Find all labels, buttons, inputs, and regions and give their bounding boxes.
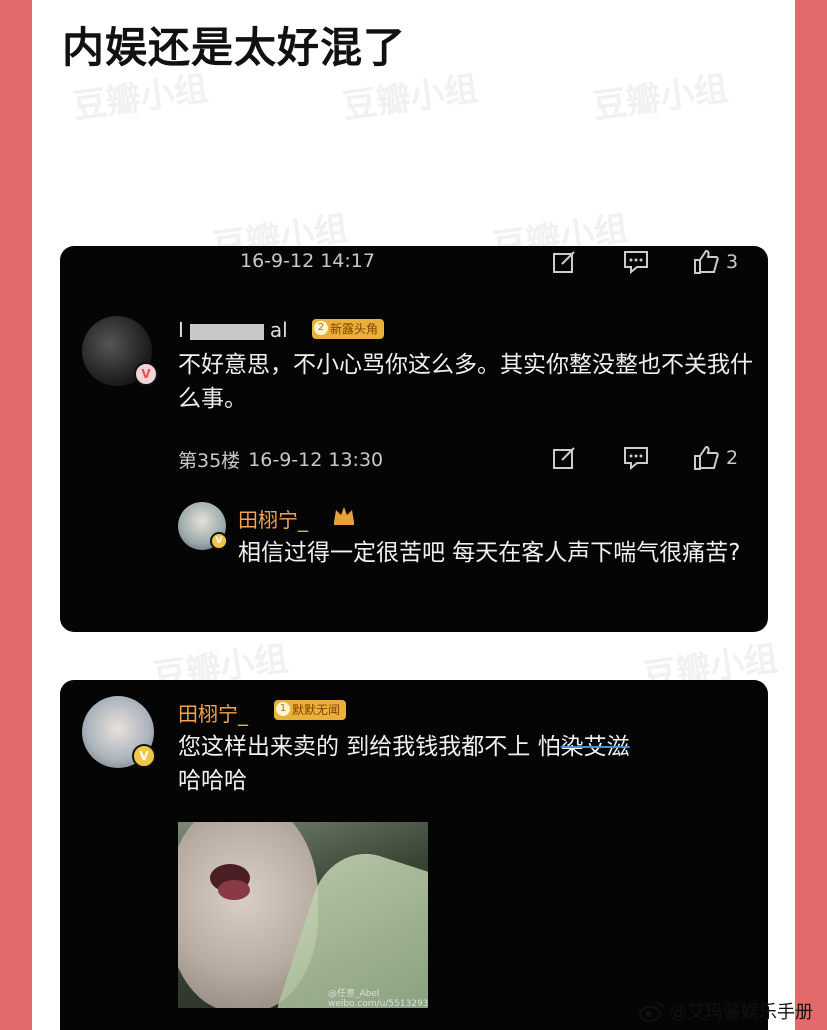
- comment-meta: 第35楼 16-9-12 13:30: [178, 446, 383, 473]
- verified-badge-icon: V: [134, 362, 158, 386]
- watermark: 豆瓣小组: [590, 68, 731, 128]
- thumbs-up-icon[interactable]: [692, 248, 720, 276]
- reply-text: 相信过得一定很苦吧 每天在客人声下喘气很痛苦?: [238, 540, 741, 566]
- thumbs-up-icon[interactable]: [692, 444, 720, 472]
- comment-screenshot-2: V 田栩宁_ 1 默默无闻 您这样出来卖的 到给我钱我都不上 怕染艾滋 哈哈哈 @…: [60, 680, 768, 1030]
- floor-number: 第35楼: [178, 450, 241, 472]
- action-bar: 3: [550, 248, 738, 276]
- verified-badge-icon: V: [132, 744, 156, 768]
- crown-icon: [334, 507, 354, 525]
- comment-meta: 16-9-12 14:17: [240, 250, 375, 272]
- comment-time: 16-9-12 13:30: [248, 448, 384, 471]
- reply-username[interactable]: 田栩宁_: [238, 504, 308, 533]
- comment-image[interactable]: @任意_Abel weibo.com/u/5513293668: [178, 822, 428, 1008]
- verified-badge-icon: V: [210, 532, 228, 550]
- reply-icon[interactable]: [622, 248, 650, 276]
- comment-text: 不好意思，不小心骂你这么多。其实你整没整也不关我什么事。: [178, 352, 753, 412]
- edit-icon[interactable]: [550, 248, 578, 276]
- post-title: 内娱还是太好混了: [62, 23, 407, 72]
- comment-username[interactable]: 田栩宁_: [178, 698, 248, 727]
- action-bar: 2: [550, 444, 738, 472]
- user-level-tag: 1 默默无闻: [274, 700, 347, 720]
- like-count: 3: [726, 251, 739, 273]
- comment-screenshot-1: 16-9-12 14:17 3 V Ial 2 新露头角 不好意思，不小心骂你这么…: [60, 246, 768, 632]
- comment-text: 您这样出来卖的 到给我钱我都不上 怕染艾滋 哈哈哈: [178, 734, 630, 794]
- reply-icon[interactable]: [622, 444, 650, 472]
- comment-username[interactable]: Ial: [178, 318, 288, 342]
- source-credit: @艾玛酱娱乐手册: [639, 998, 813, 1024]
- weibo-icon: [639, 1002, 664, 1022]
- like-count: 2: [726, 447, 739, 469]
- comment-time: 16-9-12 14:17: [240, 250, 375, 272]
- user-level-tag: 2 新露头角: [312, 319, 385, 339]
- post-page: 内娱还是太好混了 豆瓣小组 豆瓣小组 豆瓣小组 豆瓣小组 豆瓣小组 豆瓣小组 豆…: [32, 0, 795, 1030]
- image-caption: @任意_Abel weibo.com/u/5513293668: [328, 989, 428, 1008]
- edit-icon[interactable]: [550, 444, 578, 472]
